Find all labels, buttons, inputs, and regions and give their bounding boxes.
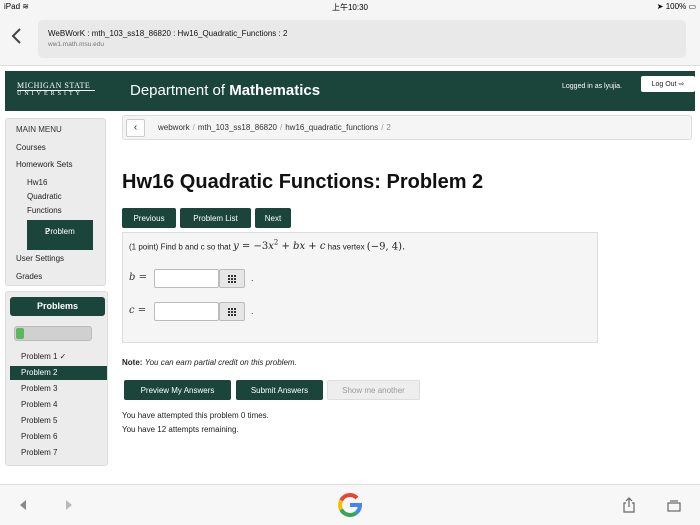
breadcrumb-course[interactable]: mth_103_ss18_86820 (198, 123, 277, 132)
problems-panel: Problems Problem 1 ✓ Problem 2 Problem 3 Pr… (5, 291, 108, 466)
answer-b-period: . (251, 273, 254, 283)
menu-current-line2: 2 (45, 227, 50, 236)
menu-courses[interactable]: Courses (16, 143, 46, 152)
msu-logo-text[interactable]: MICHIGAN STATE (17, 81, 90, 90)
equation-editor-button-c[interactable] (219, 302, 245, 321)
menu-set-line1[interactable]: Hw16 (27, 178, 47, 187)
statement-mid: has vertex (325, 242, 367, 252)
google-icon[interactable] (337, 492, 363, 518)
problem-list-button[interactable]: Problem List (180, 208, 251, 228)
forward-arrow-icon[interactable] (66, 500, 72, 510)
menu-current-problem[interactable]: Problem 2 (27, 220, 93, 250)
menu-current-problem-label: Problem 2 (36, 223, 76, 236)
answer-b-input[interactable] (154, 269, 219, 288)
progress-fill (16, 328, 24, 339)
breadcrumb-back-button[interactable]: ‹ (126, 119, 145, 137)
attempts-made: You have attempted this problem 0 times. (122, 411, 269, 420)
main-menu: MAIN MENU Courses Homework Sets Hw16 Qua… (5, 118, 106, 286)
submit-answers-button[interactable]: Submit Answers (236, 380, 323, 400)
breadcrumb: ‹ webwork / mth_103_ss18_86820/hw16_quadra… (122, 115, 692, 140)
note-label: Note: (122, 358, 143, 367)
dept-bold: Mathematics (229, 82, 321, 99)
eq-rest: + bx + c (278, 241, 326, 253)
logged-in-text: Logged in as lyujia. (562, 83, 622, 90)
progress-bar (14, 326, 92, 341)
logout-button[interactable]: Log Out ⇨ (641, 76, 695, 92)
battery-percent: 100% (665, 2, 687, 11)
page-title-text: WeBWorK : mth_103_ss18_86820 : Hw16_Quad… (48, 29, 288, 38)
browser-header: WeBWorK : mth_103_ss18_86820 : Hw16_Quad… (0, 14, 700, 66)
main-menu-heading: MAIN MENU (16, 125, 62, 134)
answer-c-input[interactable] (154, 302, 219, 321)
note-text: You can earn partial credit on this prob… (144, 358, 297, 367)
equation-editor-button-b[interactable] (219, 269, 245, 288)
attempts-remaining: You have 12 attempts remaining. (122, 425, 239, 434)
msu-logo-subtext[interactable]: UNIVERSITY (17, 91, 83, 97)
breadcrumb-sep: / (280, 123, 283, 132)
partial-credit-note: Note: You can earn partial credit on thi… (122, 358, 297, 367)
answer-c-label: c = (129, 305, 147, 316)
breadcrumb-current: 2 (386, 123, 391, 132)
logout-label: Log Out (651, 80, 677, 88)
vertex-value: (−9, 4). (366, 241, 406, 253)
problem-list-item[interactable]: Problem 6 (10, 430, 107, 444)
menu-set-line2[interactable]: Quadratic (27, 192, 62, 201)
chevron-left-icon: ‹ (133, 122, 138, 133)
dept-prefix: Department of (130, 82, 230, 99)
battery-icon: ▭ (688, 2, 696, 11)
back-chevron-icon[interactable] (10, 26, 24, 46)
site-header: MICHIGAN STATE UNIVERSITY Department of … (5, 71, 695, 111)
menu-user-settings[interactable]: User Settings (16, 254, 64, 263)
tabs-icon[interactable] (667, 500, 681, 512)
grid-icon (228, 275, 237, 283)
address-bar[interactable]: WeBWorK : mth_103_ss18_86820 : Hw16_Quad… (38, 20, 686, 58)
back-arrow-icon[interactable] (20, 500, 26, 510)
problem-list-item[interactable]: Problem 7 (10, 446, 107, 460)
problem-list-item[interactable]: Problem 2 (10, 366, 107, 380)
preview-answers-button[interactable]: Preview My Answers (124, 380, 231, 400)
location-icon: ➤ (656, 2, 664, 11)
next-button[interactable]: Next (255, 208, 291, 228)
url-text: ww1.math.msu.edu (48, 41, 104, 48)
share-icon[interactable] (622, 497, 636, 513)
clock: 上午10:30 (331, 3, 369, 12)
answer-b-label: b = (129, 272, 147, 283)
problem-list-item[interactable]: Problem 5 (10, 414, 107, 428)
show-another-button: Show me another (327, 380, 420, 400)
browser-toolbar (0, 484, 700, 525)
problems-heading: Problems (10, 297, 105, 316)
menu-grades[interactable]: Grades (16, 272, 42, 281)
logout-icon: ⇨ (678, 81, 685, 88)
status-bar: iPad ≋ 上午10:30 ➤ 100% ▭ (0, 0, 700, 14)
breadcrumb-set[interactable]: hw16_quadratic_functions (285, 123, 378, 132)
department-title: Department of Mathematics (130, 82, 320, 99)
breadcrumb-sep: / (192, 123, 195, 132)
menu-homework-sets[interactable]: Homework Sets (16, 160, 72, 169)
answer-c-period: . (251, 306, 254, 316)
previous-button[interactable]: Previous (122, 208, 176, 228)
problem-list-item[interactable]: Problem 4 (10, 398, 107, 412)
breadcrumb-webwork[interactable]: webwork (158, 123, 190, 132)
equation: y = −3x2 + bx + c (233, 239, 326, 253)
statement-prefix: (1 point) Find b and c so that (129, 242, 234, 252)
problem-body: (1 point) Find b and c so that y = −3x2 … (122, 232, 598, 343)
grid-icon (228, 308, 237, 316)
eq-coef: = −3 (238, 241, 269, 253)
problem-title: Hw16 Quadratic Functions: Problem 2 (122, 171, 484, 193)
breadcrumb-sep: / (381, 123, 384, 132)
problem-list-item[interactable]: Problem 3 (10, 382, 107, 396)
battery-indicator: ➤ 100% ▭ (657, 2, 696, 11)
problem-list-item[interactable]: Problem 1 ✓ (10, 350, 107, 364)
breadcrumb-trail: webwork / mth_103_ss18_86820/hw16_quadrati… (158, 123, 391, 132)
menu-set-line3[interactable]: Functions (27, 206, 62, 215)
problem-statement: (1 point) Find b and c so that y = −3x2 … (129, 239, 405, 252)
